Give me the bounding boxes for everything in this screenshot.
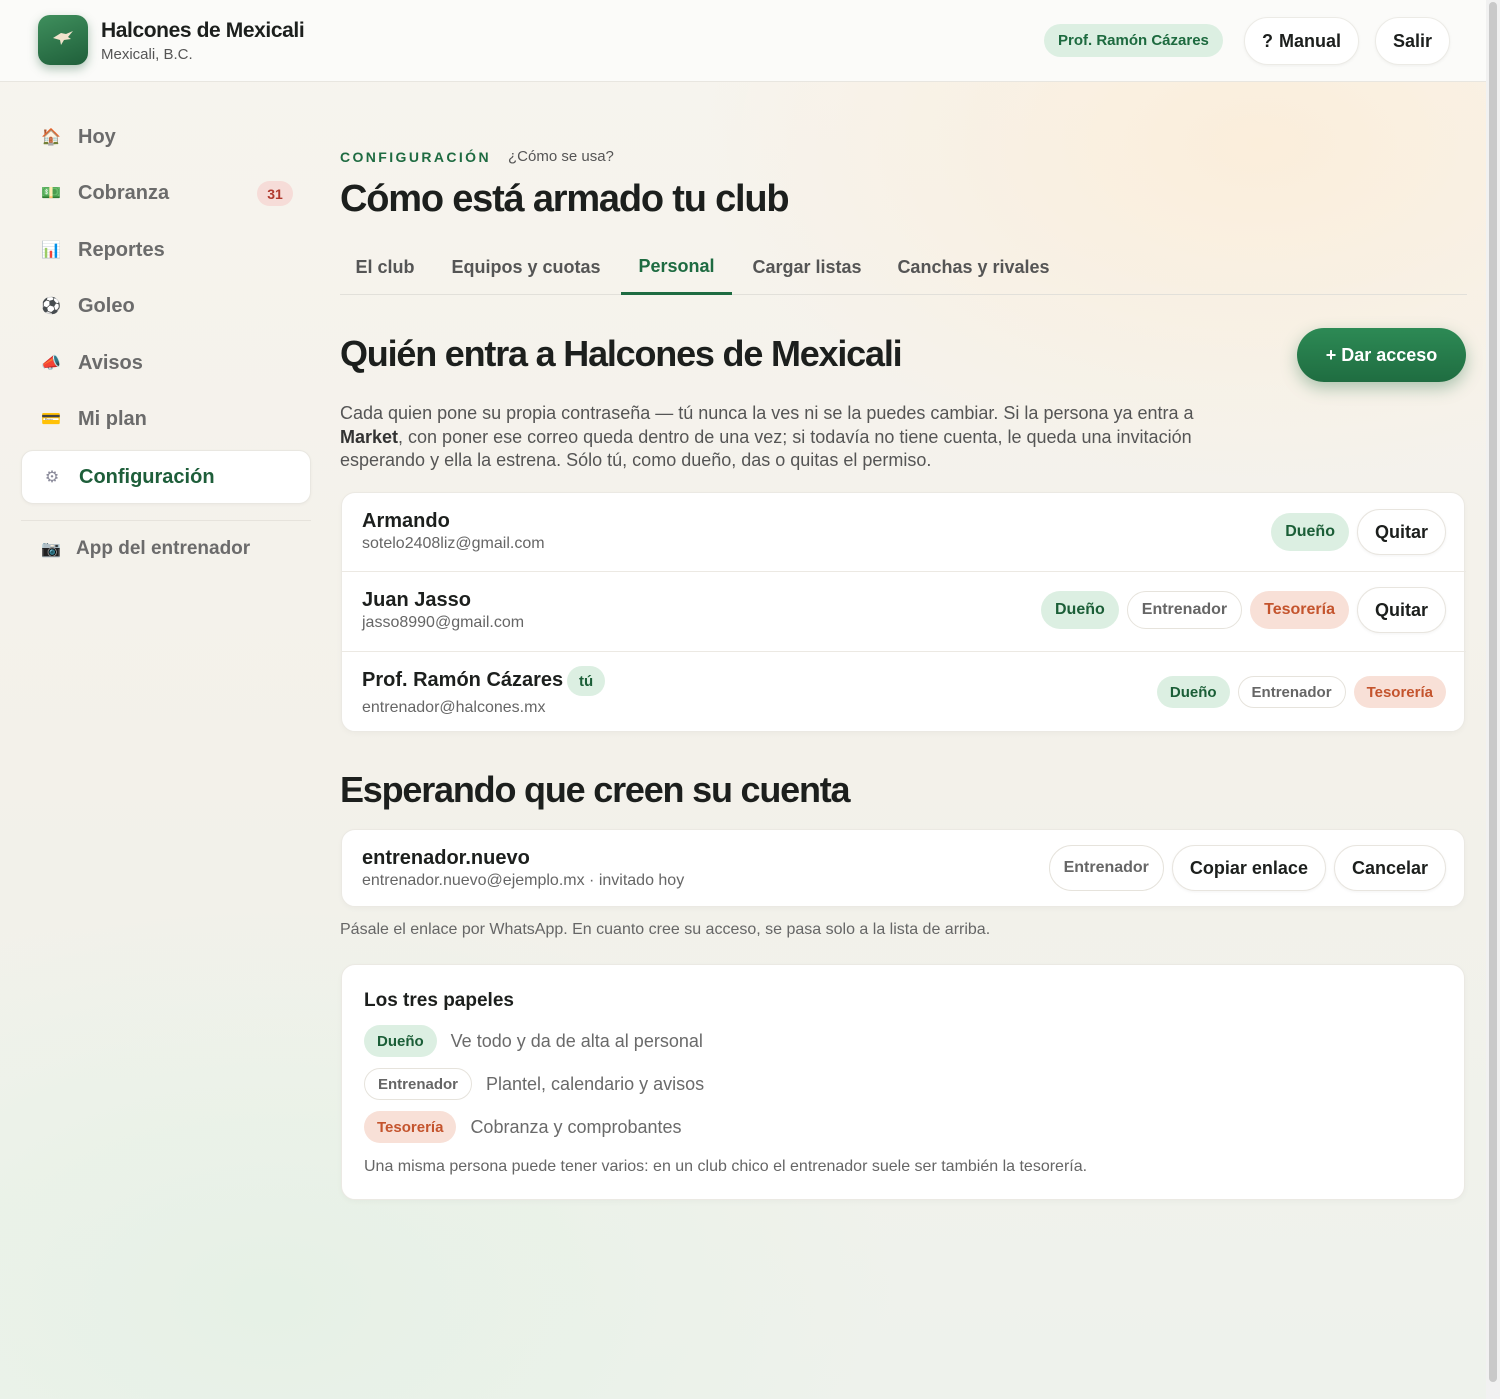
member-actions: Dueño Entrenador Tesorería [1156,676,1446,708]
sidebar-item-hoy[interactable]: 🏠 Hoy [21,110,311,164]
remove-button[interactable]: Quitar [1356,587,1446,633]
sidebar-item-reportes[interactable]: 📊 Reportes [21,223,311,277]
manual-label: Manual [1279,30,1342,51]
club-location: Mexicali, B.C. [101,46,193,63]
gear-icon: ⚙ [44,469,60,486]
manual-button[interactable]: ? Manual [1244,17,1360,65]
sidebar-divider [21,520,311,521]
megaphone-icon: 📣 [41,355,61,372]
member-name: Prof. Ramón Cázares [362,669,564,691]
tab-cargar-listas[interactable]: Cargar listas [742,240,872,295]
user-chip: Prof. Ramón Cázares [1044,24,1223,57]
role-owner-badge: Dueño [364,1025,437,1057]
role-description: Cobranza y comprobantes [470,1116,682,1137]
sidebar-item-label: App del entrenador [76,538,251,559]
club-logo[interactable] [38,15,88,65]
money-icon: 💵 [41,185,61,202]
section-eyebrow: CONFIGURACIÓN [340,149,491,165]
remove-button[interactable]: Quitar [1356,509,1446,555]
tab-equipos-cuotas[interactable]: Equipos y cuotas [440,240,612,295]
grant-access-button[interactable]: + Dar acceso [1297,328,1466,382]
sidebar-item-label: Configuración [79,465,215,488]
role-description: Plantel, calendario y avisos [486,1073,705,1094]
sidebar-item-label: Avisos [78,351,143,374]
page-title: Cómo está armado tu club [340,178,790,220]
role-owner-badge: Dueño [1156,676,1230,708]
member-email: entrenador@halcones.mx [362,699,546,716]
member-name: Armando [362,510,450,532]
intro-text: Cada quien pone su propia contraseña — t… [340,403,1194,423]
table-row: Prof. Ramón Cázares tú entrenador@halcon… [342,652,1466,733]
members-card: Armando sotelo2408liz@gmail.com Dueño Qu… [341,492,1466,733]
tab-personal[interactable]: Personal [621,240,732,295]
ball-icon: ⚽ [41,298,61,315]
member-actions: Dueño Quitar [1271,509,1446,555]
roles-footnote: Una misma persona puede tener varios: en… [364,1158,1088,1175]
home-icon: 🏠 [41,129,61,146]
sidebar-item-app-entrenador[interactable]: 📷 App del entrenador [21,522,311,576]
sidebar-item-label: Reportes [78,238,165,261]
top-bar: Halcones de Mexicali Mexicali, B.C. Prof… [0,0,1486,82]
role-treasury-badge[interactable]: Tesorería [1250,591,1349,629]
role-coach-badge: Entrenador [1237,676,1346,708]
role-coach-badge: Entrenador [364,1068,473,1100]
invite-actions: Entrenador Copiar enlace Cancelar [1048,845,1446,891]
copy-link-button[interactable]: Copiar enlace [1171,845,1326,891]
camera-icon: 📷 [41,541,61,558]
hawk-icon [52,29,74,52]
intro-text: , con poner ese correo queda dentro de u… [340,426,1192,471]
table-row: entrenador.nuevo entrenador.nuevo@ejempl… [342,830,1466,908]
cancel-invite-button[interactable]: Cancelar [1333,845,1446,891]
invite-detail: entrenador.nuevo@ejemplo.mx · invitado h… [362,872,685,889]
role-description: Ve todo y da de alta al personal [450,1030,703,1051]
scrollbar-thumb[interactable] [1489,2,1497,1382]
role-treasury-badge: Tesorería [1353,676,1446,708]
help-icon: ? [1262,30,1273,51]
sidebar-item-mi-plan[interactable]: 💳 Mi plan [21,392,311,446]
pending-section-title: Esperando que creen su cuenta [340,769,851,810]
sidebar-item-cobranza[interactable]: 💵 Cobranza 31 [21,166,311,220]
role-coach-badge: Entrenador [1048,845,1164,891]
role-owner-badge[interactable]: Dueño [1041,591,1119,629]
pending-card: entrenador.nuevo entrenador.nuevo@ejempl… [341,829,1465,907]
sidebar-item-label: Mi plan [78,407,147,430]
role-owner-badge: Dueño [1271,513,1349,551]
member-email: jasso8990@gmail.com [362,614,525,631]
roles-card: Los tres papeles Dueño Ve todo y da de a… [341,964,1465,1200]
sidebar-item-configuracion[interactable]: ⚙ Configuración [21,450,311,504]
tab-el-club[interactable]: El club [340,240,430,295]
table-row: Armando sotelo2408liz@gmail.com Dueño Qu… [342,493,1466,572]
card-icon: 💳 [41,411,61,428]
you-badge: tú [567,666,606,696]
role-line: Tesorería Cobranza y comprobantes [364,1111,682,1143]
settings-tabs: El club Equipos y cuotas Personal Cargar… [340,240,1467,295]
intro-bold: Market [340,426,399,447]
invite-name: entrenador.nuevo [362,847,530,869]
pending-count-badge: 31 [257,181,293,206]
role-line: Entrenador Plantel, calendario y avisos [364,1068,704,1100]
role-treasury-badge: Tesorería [364,1111,457,1143]
table-row: Juan Jasso jasso8990@gmail.com Dueño Ent… [342,572,1466,652]
pending-note: Pásale el enlace por WhatsApp. En cuanto… [340,921,991,938]
roles-title: Los tres papeles [364,990,514,1011]
tab-canchas-rivales[interactable]: Canchas y rivales [890,240,1057,295]
role-coach-badge[interactable]: Entrenador [1126,591,1243,629]
member-actions: Dueño Entrenador Tesorería Quitar [1041,587,1446,633]
member-name: Juan Jasso [362,589,471,611]
chart-icon: 📊 [41,242,61,259]
sidebar-item-label: Hoy [78,125,116,148]
sidebar-item-avisos[interactable]: 📣 Avisos [21,336,311,390]
sidebar-item-label: Cobranza [78,181,170,204]
access-section-title: Quién entra a Halcones de Mexicali [340,333,903,374]
page-scrollbar[interactable] [1486,0,1500,1399]
member-email: sotelo2408liz@gmail.com [362,535,545,552]
access-intro: Cada quien pone su propia contraseña — t… [340,402,1240,473]
club-name: Halcones de Mexicali [101,19,305,42]
sidebar-item-label: Goleo [78,294,135,317]
role-line: Dueño Ve todo y da de alta al personal [364,1025,703,1057]
logout-button[interactable]: Salir [1375,17,1451,65]
howto-link[interactable]: ¿Cómo se usa? [508,148,614,165]
sidebar-item-goleo[interactable]: ⚽ Goleo [21,279,311,333]
